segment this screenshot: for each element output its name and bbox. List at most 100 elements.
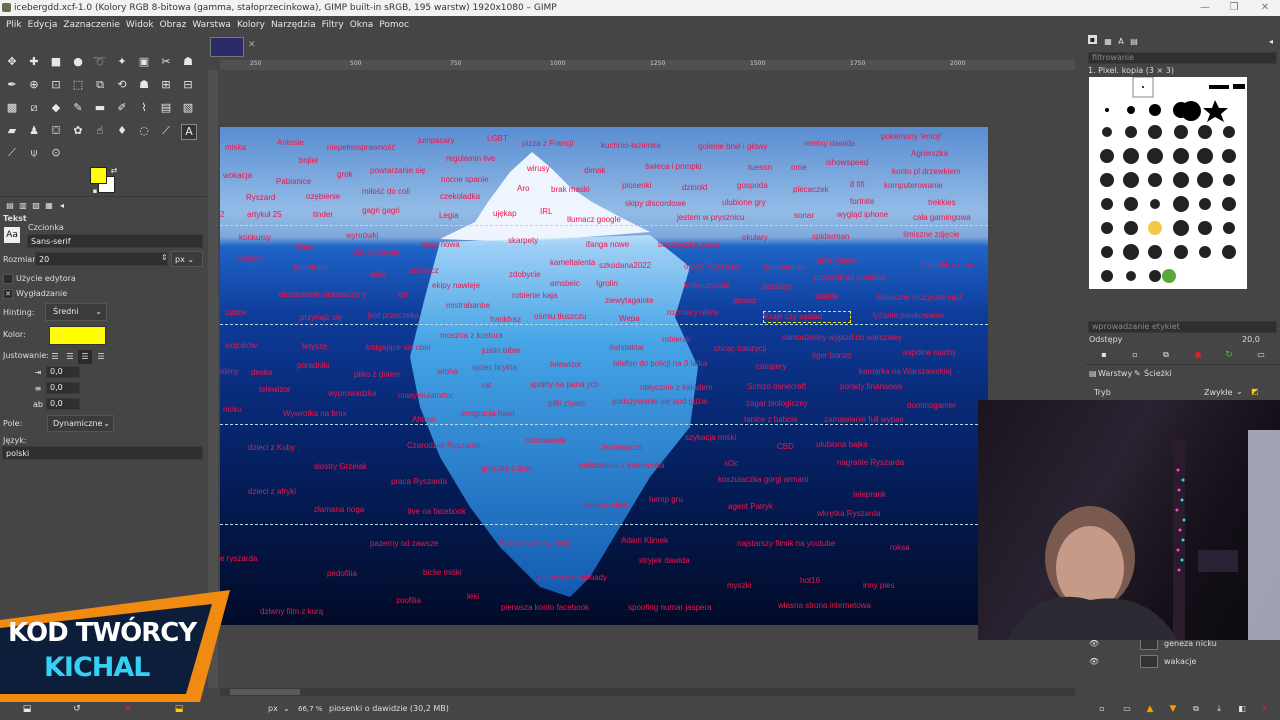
layer-thumbnail[interactable]	[1140, 655, 1158, 668]
iceberg-label[interactable]: pazerny od zawsze	[370, 539, 438, 549]
iceberg-label[interactable]: stryjek dawida	[639, 556, 690, 566]
mypaint-brush-icon[interactable]: ⍦	[27, 146, 41, 160]
duplicate-layer-icon[interactable]: ⧉	[1189, 702, 1203, 716]
color-picker-icon[interactable]: ⊕	[27, 78, 41, 92]
iceberg-label[interactable]: CBD	[777, 442, 794, 452]
iceberg-label[interactable]: cała gamingowa	[913, 213, 971, 223]
iceberg-label[interactable]: spółdzielnia z kadrouoka	[577, 461, 665, 471]
eraser-icon[interactable]: ▰	[5, 124, 19, 138]
menu-tools[interactable]: Narzędzia	[268, 16, 319, 34]
iceberg-label[interactable]: wokacja	[223, 171, 252, 181]
new-layer-icon[interactable]: ▫	[1095, 702, 1109, 716]
iceberg-label[interactable]: wygląd iphone	[837, 210, 888, 220]
menu-select[interactable]: Zaznaczenie	[60, 16, 123, 34]
iceberg-label[interactable]: dzinold	[682, 183, 707, 193]
iceberg-label[interactable]: telewizor	[259, 385, 291, 395]
iceberg-label[interactable]: ozębienie	[306, 192, 340, 202]
brush-tags-input[interactable]: wprowadzanie etykiet	[1088, 321, 1277, 333]
iceberg-label[interactable]: agent Patryk	[728, 502, 773, 512]
paintbrush-icon[interactable]: ▬	[93, 101, 107, 115]
antialias-checkbox[interactable]: ✕	[3, 289, 13, 299]
open-brush-icon[interactable]: ▭	[1254, 348, 1268, 362]
iceberg-label[interactable]: zabce	[225, 308, 246, 318]
menu-filters[interactable]: Filtry	[319, 16, 347, 34]
iceberg-label[interactable]: 200 złotówek	[353, 248, 400, 258]
text-tool-icon[interactable]: A	[181, 124, 197, 140]
menu-file[interactable]: Plik	[3, 16, 25, 34]
iceberg-label[interactable]: regulamin live	[446, 154, 495, 164]
reset-options-icon[interactable]: ⬓	[172, 702, 186, 716]
iceberg-label[interactable]: kameltalenta	[550, 258, 595, 268]
dodge-icon[interactable]: ♦	[115, 124, 129, 138]
iceberg-label[interactable]: samodzielny wyjazd do warszawy	[782, 333, 902, 343]
menu-help[interactable]: Pomoc	[376, 16, 412, 34]
iceberg-label[interactable]: ome	[791, 163, 807, 173]
letter-spacing-field[interactable]: 0,0	[46, 398, 80, 410]
hinting-select[interactable]: Średni ⌄	[45, 303, 107, 321]
justify-fill-icon[interactable]: ☰	[94, 350, 108, 364]
iceberg-label[interactable]: Igrolin	[596, 279, 618, 289]
iceberg-label[interactable]: ekipy nawieje	[432, 281, 480, 291]
iceberg-label[interactable]: ishowspeed	[826, 158, 868, 168]
iceberg-label[interactable]: artykuł 25	[247, 210, 282, 220]
iceberg-label[interactable]: plecaczek	[793, 185, 829, 195]
iceberg-label[interactable]: jestem w prysznicu	[677, 213, 745, 223]
blur-icon[interactable]: ✿	[71, 124, 85, 138]
iceberg-label[interactable]: deska	[251, 368, 272, 378]
iceberg-label[interactable]: jumpscary	[418, 136, 454, 146]
iceberg-label[interactable]: Ahtron	[412, 415, 436, 425]
iceberg-label[interactable]: zagar biologiczny	[746, 399, 808, 409]
iceberg-label[interactable]: tueson	[748, 163, 772, 173]
iceberg-label[interactable]: campery	[756, 362, 787, 372]
iceberg-label[interactable]: teleprank	[853, 490, 886, 500]
iceberg-label[interactable]: nocne spanie	[441, 175, 489, 185]
iceberg-label[interactable]: roksa	[890, 543, 910, 553]
iceberg-label[interactable]: fortnite	[850, 197, 874, 207]
iceberg-label[interactable]: masymulatortor	[398, 391, 453, 401]
iceberg-label[interactable]: śmigające się obie	[365, 343, 431, 353]
iceberg-label[interactable]: szykacja miśki	[685, 433, 736, 443]
iceberg-label[interactable]: wspólne ciuchy	[902, 348, 956, 358]
iceberg-label[interactable]: kuchnio-łazienka	[601, 141, 661, 151]
iceberg-label[interactable]: przyciąk od youtuba	[814, 273, 885, 283]
iceberg-label[interactable]: 2	[220, 210, 224, 220]
iceberg-label[interactable]: tanice z babcia	[744, 415, 797, 425]
zoom-tool-icon[interactable]: ⊡	[49, 78, 63, 92]
iceberg-label[interactable]: zdobycie	[509, 270, 541, 280]
merge-layer-icon[interactable]: ⤓	[1212, 702, 1226, 716]
image-tab-thumbnail[interactable]	[210, 37, 244, 57]
iceberg-label[interactable]: pliki ziyam	[548, 399, 585, 409]
iceberg-label[interactable]: własna strona internetowa	[778, 601, 871, 611]
iceberg-label[interactable]: pliko z dniem	[354, 370, 401, 380]
size-spin-icon[interactable]: ⇕	[161, 253, 168, 262]
iceberg-label[interactable]: e ryszarda	[220, 554, 257, 564]
iceberg-label[interactable]: liszluwaczs	[602, 443, 642, 453]
iceberg-label[interactable]: live na facebook	[408, 507, 466, 517]
iceberg-label[interactable]: chorowanie	[525, 436, 566, 446]
maximize-button[interactable]: ❐	[1219, 0, 1249, 16]
iceberg-label[interactable]: biclie miśki	[423, 568, 462, 578]
mypaint-icon[interactable]: ▤	[159, 101, 173, 115]
iceberg-label[interactable]: justin biber	[482, 346, 521, 356]
gradients-tab-icon[interactable]: ▤	[1127, 35, 1141, 49]
device-status-tab-icon[interactable]: ▥	[16, 199, 30, 213]
iceberg-label[interactable]: 8 fifi	[850, 180, 865, 190]
brush-filter-input[interactable]: filtrowanie	[1088, 52, 1277, 64]
iceberg-label[interactable]: siostry Grzelak	[314, 462, 367, 472]
color-select-icon[interactable]: ▣	[137, 55, 151, 69]
iceberg-label[interactable]: wino	[370, 270, 386, 280]
iceberg-label[interactable]: chcąc tranzycji	[714, 344, 766, 354]
iceberg-label[interactable]: najstarszy filmik na youtube	[737, 539, 835, 549]
bucket-fill-icon[interactable]: ▩	[5, 101, 19, 115]
ink-icon[interactable]: ⌇	[137, 101, 151, 115]
iceberg-label[interactable]: gospoda	[737, 181, 768, 191]
fonts-tab-icon[interactable]: A	[1114, 35, 1128, 49]
iceberg-label[interactable]: łyżanie piaskowanie	[873, 311, 944, 321]
delete-brush-icon[interactable]: ●	[1191, 348, 1205, 362]
iceberg-label[interactable]: telefon do policji na 3 latka	[613, 359, 707, 369]
scrollbar-thumb[interactable]	[230, 689, 300, 695]
iceberg-label[interactable]: podszywanie się pod gdzie	[612, 397, 708, 407]
iceberg-label[interactable]: tinder	[313, 210, 333, 220]
iceberg-label[interactable]: sonar	[794, 211, 814, 221]
menu-image[interactable]: Obraz	[157, 16, 190, 34]
